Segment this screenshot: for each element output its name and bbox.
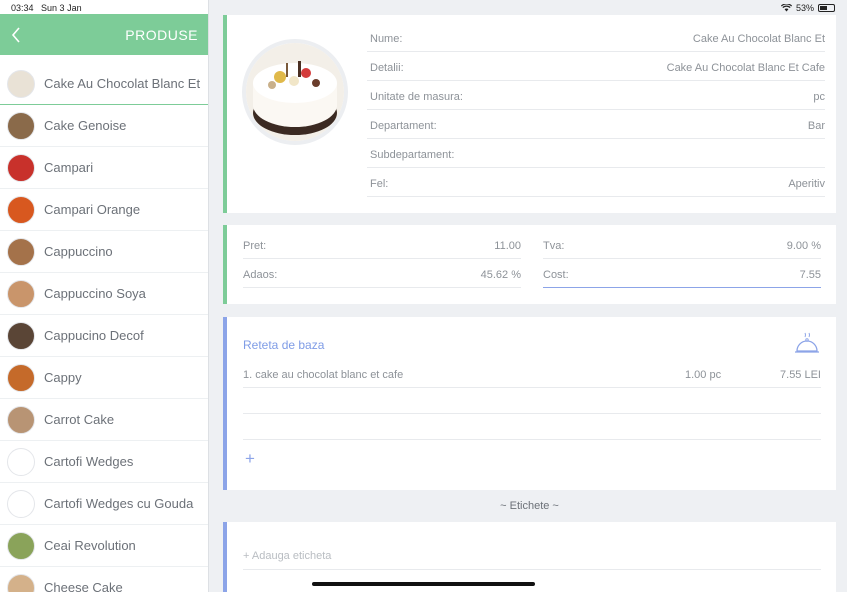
product-name: Cappucino Decof [44, 328, 144, 343]
product-name: Cake Au Chocolat Blanc Et [44, 76, 201, 91]
battery-percent: 53% [795, 3, 814, 13]
pret-field[interactable]: Pret: 11.00 [243, 230, 521, 259]
pret-label: Pret: [243, 240, 267, 252]
product-details-card: Nume: Cake Au Chocolat Blanc Et Detalii: Ca… [223, 15, 836, 213]
product-thumbnail [7, 112, 35, 140]
cake-image [246, 43, 344, 141]
detail-field-value: Cake Au Chocolat Blanc Et [692, 33, 825, 45]
product-list: Cake Au Chocolat Blanc Et Cake Genoise Cam… [0, 63, 208, 592]
product-thumbnail [7, 196, 35, 224]
cost-field[interactable]: Cost: 7.55 [543, 259, 821, 288]
product-name: Cartofi Wedges [44, 454, 134, 469]
tva-value: 9.00 % [786, 240, 821, 252]
cost-value: 7.55 [799, 269, 821, 281]
product-list-item[interactable]: Cappy [0, 357, 208, 399]
product-thumbnail [7, 154, 35, 182]
product-thumbnail [7, 70, 35, 98]
ingredient-quantity: 1.00 pc [685, 369, 722, 381]
product-photo[interactable] [242, 39, 348, 145]
product-thumbnail [7, 238, 35, 266]
recipe-card: Reteta de baza 1. cake au chocolat blanc… [223, 317, 836, 490]
detail-field[interactable]: Fel: Aperitiv [367, 168, 825, 197]
recipe-empty-row[interactable] [243, 388, 821, 414]
detail-field[interactable]: Subdepartament: [367, 139, 825, 168]
product-thumbnail [7, 364, 35, 392]
cloche-icon[interactable] [794, 331, 820, 357]
product-list-item[interactable]: Cartofi Wedges [0, 441, 208, 483]
detail-field-label: Departament: [370, 120, 437, 132]
product-name: Ceai Revolution [44, 538, 136, 553]
product-list-item[interactable]: Cappuccino Soya [0, 273, 208, 315]
product-list-item[interactable]: Cappucino Decof [0, 315, 208, 357]
product-name: Cartofi Wedges cu Gouda [44, 496, 194, 511]
sidebar-title: PRODUSE [125, 27, 198, 43]
product-list-item[interactable]: Cheese Cake [0, 567, 208, 592]
recipe-title: Reteta de baza [243, 338, 325, 352]
detail-field[interactable]: Departament: Bar [367, 110, 825, 139]
add-ingredient-button[interactable]: + [245, 449, 255, 469]
status-right: 53% [780, 3, 835, 13]
wifi-icon [780, 4, 792, 12]
status-date: Sun 3 Jan [41, 3, 82, 13]
sidebar-header: PRODUSE [0, 14, 208, 55]
detail-field-value: Bar [807, 120, 825, 132]
detail-field[interactable]: Nume: Cake Au Chocolat Blanc Et [367, 23, 825, 52]
adaos-label: Adaos: [243, 269, 278, 281]
pricing-card: Pret: 11.00 Tva: 9.00 % Adaos: 45.62 % C… [223, 225, 836, 304]
product-list-item[interactable]: Campari [0, 147, 208, 189]
detail-field-label: Fel: [370, 178, 389, 190]
product-name: Cappuccino [44, 244, 113, 259]
product-name: Carrot Cake [44, 412, 115, 427]
product-name: Campari Orange [44, 202, 141, 217]
ingredient-price: 7.55 LEI [780, 369, 821, 381]
product-list-item[interactable]: Cappuccino [0, 231, 208, 273]
recipe-empty-row[interactable] [243, 414, 821, 440]
product-name: Cheese Cake [44, 580, 123, 592]
detail-field-value: Aperitiv [788, 178, 825, 190]
home-indicator[interactable] [312, 582, 535, 586]
product-thumbnail [7, 448, 35, 476]
product-thumbnail [7, 490, 35, 518]
ingredient-name: 1. cake au chocolat blanc et cafe [243, 369, 404, 381]
status-bar: 03:34 Sun 3 Jan 53% [0, 0, 847, 15]
product-thumbnail [7, 574, 35, 592]
detail-field-value: Cake Au Chocolat Blanc Et Cafe [666, 62, 825, 74]
product-name: Cake Genoise [44, 118, 127, 133]
product-list-item[interactable]: Ceai Revolution [0, 525, 208, 567]
tva-field[interactable]: Tva: 9.00 % [543, 230, 821, 259]
adaos-field[interactable]: Adaos: 45.62 % [243, 259, 521, 288]
product-name: Cappy [44, 370, 82, 385]
detail-field[interactable]: Unitate de masura: pc [367, 81, 825, 110]
product-name: Campari [44, 160, 94, 175]
detail-field-value: pc [813, 91, 825, 103]
product-thumbnail [7, 532, 35, 560]
detail-field-label: Subdepartament: [370, 149, 455, 161]
product-thumbnail [7, 280, 35, 308]
product-list-item[interactable]: Cartofi Wedges cu Gouda [0, 483, 208, 525]
product-thumbnail [7, 406, 35, 434]
product-list-item[interactable]: Campari Orange [0, 189, 208, 231]
product-name: Cappuccino Soya [44, 286, 146, 301]
sidebar: PRODUSE Cake Au Chocolat Blanc Et Cake Ge… [0, 0, 209, 592]
detail-field-label: Unitate de masura: [370, 91, 463, 103]
status-left: 03:34 Sun 3 Jan [11, 3, 82, 13]
status-time: 03:34 [11, 3, 34, 13]
detail-field-label: Nume: [370, 33, 403, 45]
pret-value: 11.00 [494, 240, 521, 252]
tags-title: ~ Etichete ~ [500, 500, 559, 512]
product-list-item[interactable]: Carrot Cake [0, 399, 208, 441]
tva-label: Tva: [543, 240, 565, 252]
back-chevron-icon[interactable] [9, 26, 23, 44]
battery-icon [818, 4, 835, 12]
product-list-item[interactable]: Cake Genoise [0, 105, 208, 147]
adaos-value: 45.62 % [480, 269, 521, 281]
add-tag-input[interactable]: + Adauga eticheta [243, 548, 821, 570]
cost-label: Cost: [543, 269, 569, 281]
product-thumbnail [7, 322, 35, 350]
main-panel: Nume: Cake Au Chocolat Blanc Et Detalii: Ca… [223, 0, 836, 592]
detail-field[interactable]: Detalii: Cake Au Chocolat Blanc Et Cafe [367, 52, 825, 81]
product-list-item[interactable]: Cake Au Chocolat Blanc Et [0, 63, 208, 105]
detail-field-label: Detalii: [370, 62, 404, 74]
recipe-row[interactable]: 1. cake au chocolat blanc et cafe 1.00 pc… [243, 362, 821, 388]
